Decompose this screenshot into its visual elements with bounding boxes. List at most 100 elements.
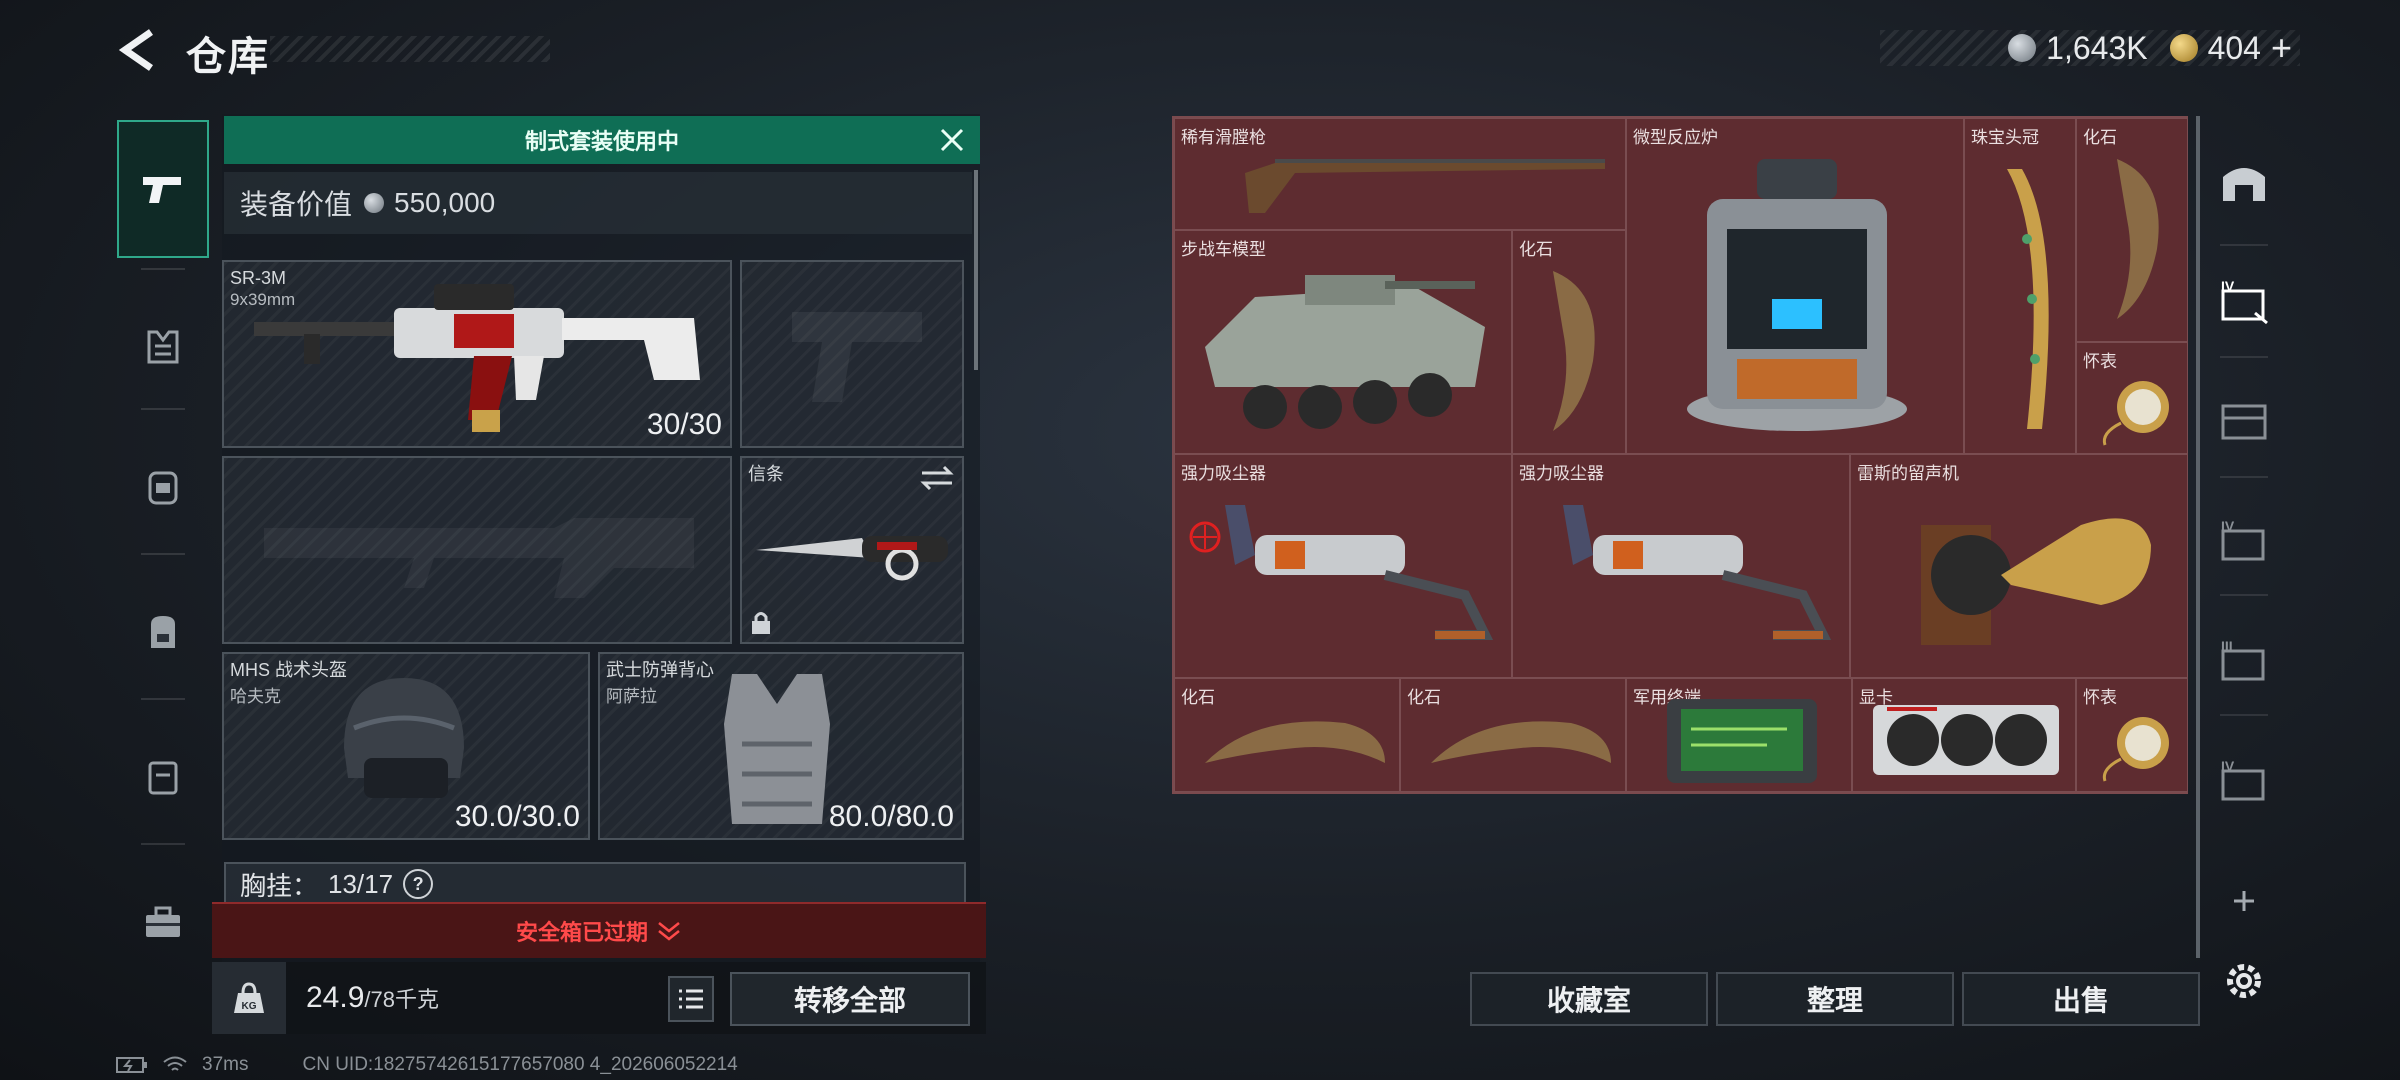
item-label: 化石 [2083, 128, 2117, 147]
storage-item[interactable]: 雷斯的留声机 [1850, 454, 2188, 678]
loadout-scrollbar[interactable] [974, 170, 978, 370]
svg-text:IV: IV [2221, 518, 2235, 534]
graphics-card-icon [1873, 705, 2059, 775]
settings-button[interactable] [2208, 926, 2280, 1036]
swap-icon[interactable] [920, 464, 954, 492]
storage-page-4c[interactable]: IV [2208, 726, 2280, 836]
secondary-weapon-slot-empty[interactable] [222, 456, 732, 644]
storage-item[interactable]: 微型反应炉 [1626, 118, 1964, 454]
nav-gear[interactable] [117, 418, 209, 556]
chevron-down-icon [658, 922, 680, 941]
carry-weight-value: 24.9 [306, 981, 365, 1014]
silver-coin-icon [364, 193, 385, 213]
warehouse-icon [2223, 168, 2265, 201]
category-nav [117, 108, 209, 1008]
item-label: 珠宝头冠 [1971, 128, 2039, 147]
storage-grid: 稀有滑膛枪 微型反应炉 珠宝头冠 化石 步战车模型 化石 怀表 强力吸尘器 强力… [1172, 116, 2188, 794]
item-label: 化石 [1519, 240, 1553, 259]
wifi-icon [163, 1056, 187, 1071]
nav-toolbox[interactable] [117, 853, 209, 991]
fossil-claw-icon [1553, 271, 1595, 431]
pistol-slot-empty[interactable] [740, 260, 964, 448]
pistol-icon [143, 177, 181, 203]
help-icon[interactable]: ? [403, 869, 434, 899]
close-suit-button[interactable] [936, 124, 968, 156]
chest-rig-label: 胸挂： [240, 870, 319, 901]
gear-icon [2227, 964, 2261, 998]
storage-item[interactable]: 化石 [2076, 118, 2188, 342]
safe-box-status: 安全箱已过期 [515, 920, 648, 945]
pocket-watch-icon [2102, 717, 2169, 782]
backpack-icon [151, 616, 175, 648]
svg-text:IV: IV [2221, 278, 2235, 294]
weight-icon: KG [212, 962, 286, 1034]
sort-button[interactable]: 整理 [1716, 972, 1954, 1026]
carry-weight-capacity: /78千克 [364, 987, 439, 1012]
helmet-slot[interactable]: MHS 战术头盔 哈夫克 30.0/30.0 [222, 652, 590, 840]
storage-scrollbar[interactable] [2196, 116, 2200, 958]
storage-item[interactable]: 稀有滑膛枪 [1174, 118, 1626, 230]
storage-item[interactable]: 军用终端 [1626, 678, 1852, 792]
helmet-name: MHS 战术头盔 [230, 660, 347, 680]
storage-item[interactable]: 化石 [1400, 678, 1626, 792]
silver-coin-icon [2008, 34, 2037, 62]
list-view-button[interactable] [668, 976, 714, 1022]
case-icon [148, 761, 178, 795]
gramophone-icon [1921, 518, 2151, 645]
item-label: 强力吸尘器 [1519, 464, 1604, 483]
svg-text:IV: IV [2221, 758, 2235, 774]
storage-page-4-active[interactable]: IV [2208, 246, 2280, 356]
chest-rig-row[interactable]: 胸挂： 13/17 ? [224, 862, 966, 906]
title-decoration [270, 36, 550, 62]
storage-item[interactable]: 化石 [1512, 230, 1626, 454]
armor-slot[interactable]: 武士防弹背心 阿萨拉 80.0/80.0 [598, 652, 964, 840]
status-bar: 37ms CN UID:18275742615177657080 4_20260… [116, 1054, 738, 1076]
storage-item[interactable]: 怀表 [2076, 342, 2188, 454]
storage-page-4b[interactable]: IV [2208, 486, 2280, 596]
storage-box-iv-icon: IV [2221, 278, 2268, 325]
storage-page-nav: IV IV III IV [2208, 116, 2280, 1016]
toolbox-icon [146, 906, 180, 937]
primary-weapon-slot[interactable]: SR-3M 9x39mm 30/30 [222, 260, 732, 448]
gold-currency[interactable]: 404 + [2169, 27, 2292, 69]
silver-currency[interactable]: 1,643K [2008, 30, 2148, 67]
nav-armor[interactable] [117, 278, 209, 416]
drawer-box-icon [2221, 404, 2267, 440]
storage-box-iii-icon: III [2221, 638, 2265, 681]
collection-room-button[interactable]: 收藏室 [1470, 972, 1708, 1026]
storage-item[interactable]: 强力吸尘器 [1174, 454, 1512, 678]
tiara-icon [2007, 169, 2049, 429]
gold-amount: 404 [2207, 29, 2261, 66]
storage-item[interactable]: 强力吸尘器 [1512, 454, 1850, 678]
rig-icon [148, 471, 178, 505]
plus-icon [2234, 891, 2254, 911]
storage-item[interactable]: 显卡 [1852, 678, 2076, 792]
storage-item[interactable]: 化石 [1174, 678, 1400, 792]
loadout-bottom-bar: KG 24.9/78千克 转移全部 [212, 962, 986, 1034]
nav-case[interactable] [117, 708, 209, 846]
sell-button[interactable]: 出售 [1962, 972, 2200, 1026]
nav-backpack[interactable] [117, 563, 209, 701]
fossil-claw-icon [1205, 721, 1385, 763]
vest-icon [724, 674, 830, 824]
safe-box-expired-banner[interactable]: 安全箱已过期 [212, 902, 986, 958]
back-button[interactable] [112, 22, 162, 78]
ifv-model-icon [1205, 275, 1485, 429]
warehouse-page-button[interactable] [2208, 126, 2280, 236]
add-currency-button[interactable]: + [2271, 27, 2292, 69]
equipment-value-amount: 550,000 [394, 187, 496, 218]
storage-page-drawer[interactable] [2208, 366, 2280, 476]
storage-page-3[interactable]: III [2208, 606, 2280, 716]
vest-icon [147, 330, 179, 364]
back-arrow-icon [118, 29, 153, 71]
armor-name: 武士防弹背心 [606, 660, 714, 680]
melee-slot[interactable]: 信条 [740, 456, 964, 644]
helmet-durability: 30.0/30.0 [454, 800, 580, 833]
military-terminal-icon [1667, 699, 1817, 783]
transfer-all-button[interactable]: 转移全部 [730, 972, 970, 1026]
storage-item[interactable]: 怀表 [2076, 678, 2188, 792]
storage-item[interactable]: 步战车模型 [1174, 230, 1512, 454]
nav-weapons[interactable] [117, 120, 209, 258]
storage-item[interactable]: 珠宝头冠 [1964, 118, 2076, 454]
weight-icon-text: KG [242, 1001, 257, 1012]
